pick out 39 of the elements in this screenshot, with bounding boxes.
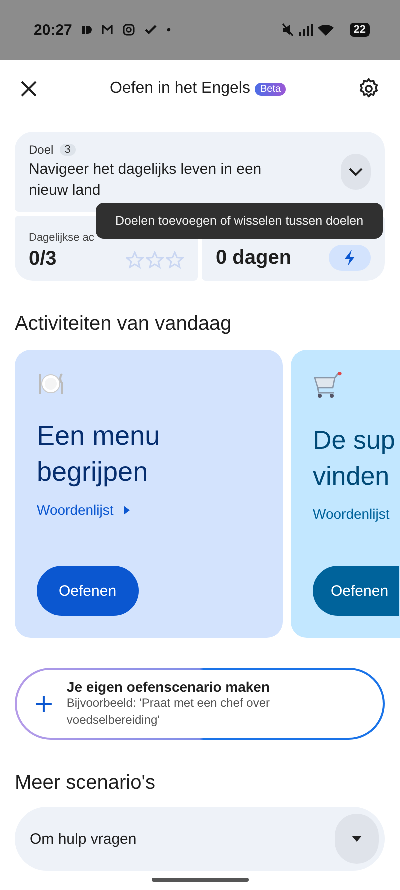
goal-count: 3 — [60, 144, 76, 156]
plate-icon — [37, 372, 65, 396]
star-icon — [166, 250, 184, 268]
battery-level: 22 — [350, 23, 370, 37]
star-icon — [126, 250, 144, 268]
expand-button[interactable] — [341, 154, 371, 190]
camera-icon — [123, 24, 136, 36]
beta-badge: Beta — [255, 82, 286, 96]
practice-button[interactable]: Oefenen — [313, 566, 399, 616]
tooltip: Doelen toevoegen of wisselen tussen doelen — [96, 203, 383, 239]
stat-value: 0/3 — [29, 248, 57, 271]
section-title: Meer scenario's — [15, 772, 157, 795]
check-icon — [145, 25, 158, 35]
goal-label: Doel — [29, 143, 54, 157]
create-scenario-button[interactable]: Je eigen oefenscenario maken Bijvoorbeeld: 'Praat met een chef over voedselbereiding' — [15, 668, 385, 740]
streak-badge — [329, 245, 371, 271]
activity-title: De sup vinden — [313, 424, 396, 493]
settings-icon[interactable] — [358, 78, 380, 100]
create-example: Bijvoorbeeld: 'Praat met een chef over voedselbereiding' — [66, 695, 271, 729]
section-title: Activiteiten van vandaag — [15, 313, 233, 336]
star-icon — [146, 250, 164, 268]
mail-icon — [102, 25, 114, 35]
clock: 20:27 — [34, 22, 72, 38]
plus-icon — [35, 695, 53, 713]
goal-text: Navigeer het dagelijks leven in een nieuw land — [29, 160, 263, 201]
page-title: Oefen in het Engels — [110, 80, 250, 98]
practice-button[interactable]: Oefenen — [37, 566, 139, 616]
dot-icon — [167, 28, 172, 32]
vocabulary-link[interactable]: Woordenlijst — [313, 506, 390, 522]
scenario-dropdown[interactable]: Om hulp vragen — [15, 807, 385, 871]
chevron-icon — [349, 168, 363, 176]
create-title: Je eigen oefenscenario maken — [66, 679, 272, 695]
vocabulary-link[interactable]: Woordenlijst — [37, 502, 130, 518]
stat-value: 0 dagen — [216, 246, 292, 270]
activity-title: Een menu begrijpen — [37, 420, 162, 489]
shopping-cart-icon — [313, 372, 343, 400]
dropdown-caret-icon — [335, 814, 379, 864]
close-icon[interactable] — [20, 80, 38, 98]
stat-label: Dagelijkse ac — [29, 232, 96, 244]
